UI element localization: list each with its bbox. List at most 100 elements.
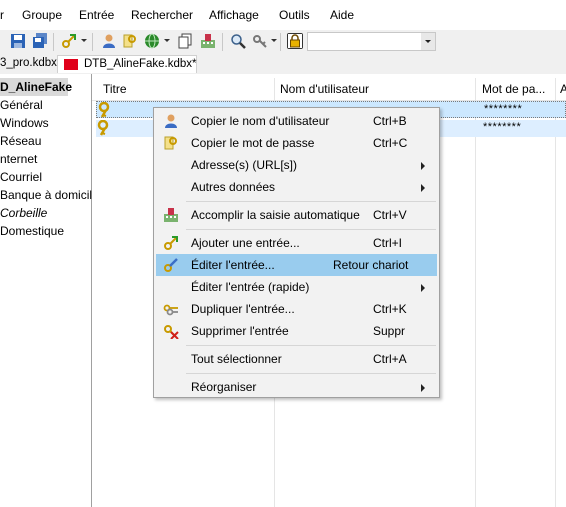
toolbar-separator [53,33,54,51]
menu-item-quick-edit[interactable]: Éditer l'entrée (rapide) [156,276,437,298]
copy-icon[interactable] [177,33,193,49]
menu-item-label: Autres données [191,180,276,194]
menu-aide[interactable]: Aide [330,8,354,22]
menu-item-copy-username[interactable]: Copier le nom d'utilisateur Ctrl+B [156,110,437,132]
menu-file-partial[interactable]: r [0,8,4,22]
menu-item-edit-entry[interactable]: Éditer l'entrée... Retour chariot [156,254,437,276]
column-header-titre[interactable]: Titre [103,82,127,96]
save-icon[interactable] [10,33,26,49]
column-header-password[interactable]: Mot de pa... [482,82,545,96]
menu-item-label: Adresse(s) (URL[s]) [191,158,298,172]
document-tabs: 3_pro.kdbx DTB_AlineFake.kdbx* [0,54,566,74]
quick-search-combobox[interactable] [307,32,436,51]
password-cell: ******** [483,121,522,133]
copy-user-icon[interactable] [101,33,117,49]
column-header-extra[interactable]: A [560,82,566,96]
menu-item-label: Dupliquer l'entrée... [191,302,295,316]
menu-item-add-entry[interactable]: Ajouter une entrée... Ctrl+I [156,232,437,254]
menu-separator [186,229,436,230]
edit-entry-icon [164,258,178,272]
menu-item-label: Copier le nom d'utilisateur [191,114,330,128]
menu-item-shortcut: Ctrl+V [373,208,407,222]
menu-item-label: Supprimer l'entrée [191,324,289,338]
menu-item-label: Accomplir la saisie automatique [191,208,360,222]
menu-affichage[interactable]: Affichage [209,8,259,22]
menu-item-duplicate-entry[interactable]: Dupliquer l'entrée... Ctrl+K [156,298,437,320]
column-divider [555,78,556,507]
tree-item-internet[interactable]: nternet [0,150,37,168]
submenu-arrow-icon [421,162,425,170]
menu-separator [186,201,436,202]
toolbar-separator [92,33,93,51]
menu-item-rearrange[interactable]: Réorganiser [156,376,437,398]
user-icon [165,114,177,128]
tab-label: 3_pro.kdbx [0,57,57,69]
tree-item-domestique[interactable]: Domestique [0,222,64,240]
delete-icon [164,325,179,339]
toolbar [0,30,566,55]
submenu-arrow-icon [421,184,425,192]
tree-item-root[interactable]: D_AlineFake [0,78,72,96]
add-entry-dropdown-icon[interactable] [81,39,87,42]
menu-item-select-all[interactable]: Tout sélectionner Ctrl+A [156,348,437,370]
add-entry-icon[interactable] [61,33,77,49]
search-icon[interactable] [230,33,246,49]
menu-bar: r Groupe Entrée Rechercher Affichage Out… [0,0,566,30]
menu-entree[interactable]: Entrée [79,8,114,22]
menu-item-label: Éditer l'entrée... [191,258,275,272]
tree-item-windows[interactable]: Windows [0,114,49,132]
tree-item-courriel[interactable]: Courriel [0,168,42,186]
column-header-username[interactable]: Nom d'utilisateur [280,82,369,96]
menu-item-label: Réorganiser [191,380,257,394]
menu-item-autotype[interactable]: Accomplir la saisie automatique Ctrl+V [156,204,437,226]
menu-rechercher[interactable]: Rechercher [131,8,193,22]
menu-item-shortcut: Ctrl+K [373,302,407,316]
tree-item-corbeille[interactable]: Corbeille [0,204,47,222]
key-options-icon[interactable] [252,33,268,49]
autotype-icon [164,208,178,222]
entry-list-header: Titre Nom d'utilisateur Mot de pa... A [92,80,566,101]
context-menu: Copier le nom d'utilisateur Ctrl+B Copie… [153,107,440,398]
column-divider [475,78,476,507]
menu-item-copy-password[interactable]: Copier le mot de passe Ctrl+C [156,132,437,154]
group-tree: D_AlineFake Général Windows Réseau ntern… [0,74,92,507]
tree-item-reseau[interactable]: Réseau [0,132,41,150]
menu-item-shortcut: Suppr [373,324,406,338]
lock-icon[interactable] [287,33,303,49]
tree-item-general[interactable]: Général [0,96,43,114]
autotype-icon[interactable] [200,33,216,49]
menu-separator [186,345,436,346]
key-icon [164,136,177,150]
key-icon [98,102,110,118]
database-icon [64,59,78,70]
submenu-arrow-icon [421,284,425,292]
menu-item-delete-entry[interactable]: Supprimer l'entrée Suppr [156,320,437,342]
menu-item-shortcut: Ctrl+B [373,114,407,128]
tab-database-1[interactable]: 3_pro.kdbx [0,55,57,73]
save-all-icon[interactable] [32,33,48,49]
menu-item-label: Éditer l'entrée (rapide) [191,280,310,294]
menu-item-shortcut: Ctrl+A [373,352,407,366]
menu-item-other-data[interactable]: Autres données [156,176,437,198]
copy-password-icon[interactable] [122,33,138,49]
url-dropdown-icon[interactable] [164,39,170,42]
add-entry-icon [164,236,178,250]
menu-groupe[interactable]: Groupe [22,8,62,22]
tab-database-2[interactable]: DTB_AlineFake.kdbx* [57,55,197,73]
key-icon [97,120,109,136]
duplicate-icon [163,304,178,316]
chevron-down-icon[interactable] [421,33,435,50]
submenu-arrow-icon [421,384,425,392]
menu-item-shortcut: Retour chariot [333,258,409,272]
password-cell: ******** [484,103,523,115]
key-options-dropdown-icon[interactable] [271,39,277,42]
menu-item-label: Tout sélectionner [191,352,282,366]
menu-item-label: Ajouter une entrée... [191,236,300,250]
menu-outils[interactable]: Outils [279,8,310,22]
toolbar-separator [280,33,281,51]
menu-item-urls[interactable]: Adresse(s) (URL[s]) [156,154,437,176]
tab-label: DTB_AlineFake.kdbx* [84,58,197,70]
tree-item-banque[interactable]: Banque à domicil [0,186,92,204]
menu-separator [186,373,436,374]
open-url-icon[interactable] [144,33,160,49]
